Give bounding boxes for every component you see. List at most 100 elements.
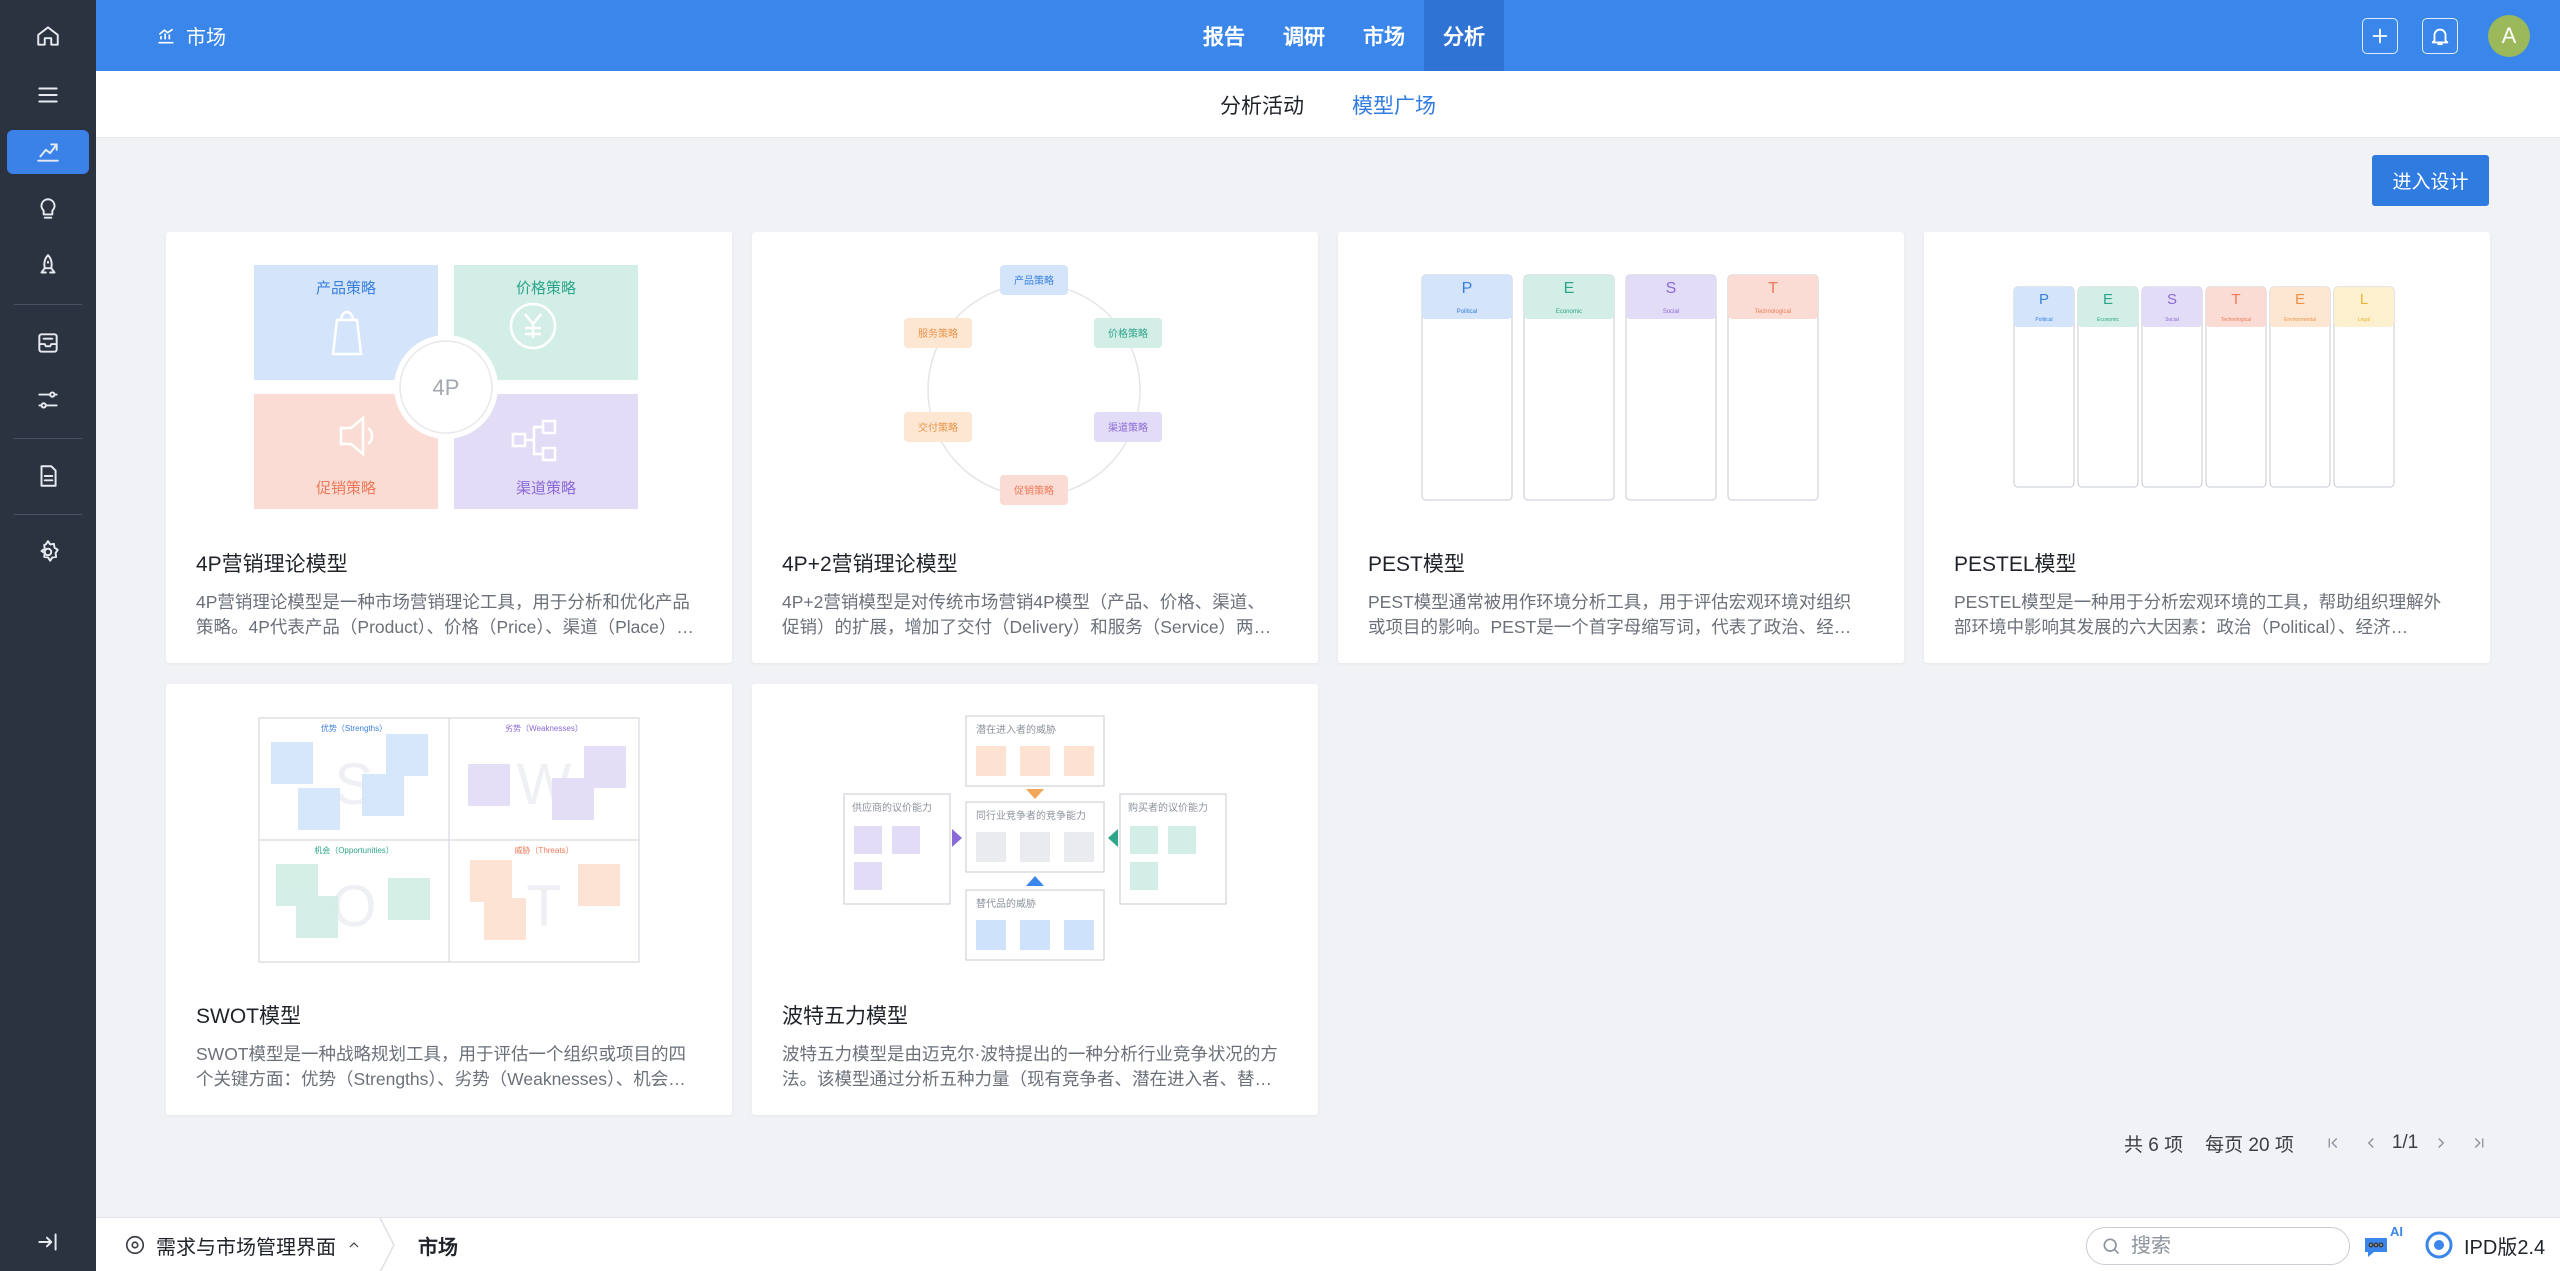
card-description: 波特五力模型是由迈克尔·波特提出的一种分析行业竞争状况的方法。该模型通过分析五种… <box>782 1044 1278 1089</box>
card-description: 4P+2营销模型是对传统市场营销4P模型（产品、价格、渠道、促销）的扩展，增加了… <box>782 592 1272 637</box>
last-page-icon <box>2475 1138 2484 1148</box>
column-letter-3: T <box>1768 280 1778 297</box>
rail-divider <box>14 438 82 439</box>
bottom-bar: 需求与市场管理界面 市场 AI IPD版2.4 <box>96 1217 2560 1271</box>
column-sub-2: Social <box>2165 317 2179 323</box>
card-description: 4P营销理论模型是一种市场营销理论工具，用于分析和优化产品策略。4P代表产品（P… <box>196 592 694 637</box>
search-input[interactable] <box>2131 1234 2331 1258</box>
enter-design-button[interactable]: 进入设计 <box>2372 155 2489 206</box>
column-letter-2: S <box>2167 291 2177 308</box>
version-label: IPD版2.4 <box>2464 1236 2546 1259</box>
workspace-switcher[interactable]: 需求与市场管理界面 <box>124 1218 362 1271</box>
tab-analysis-activity[interactable]: 分析活动 <box>1220 71 1304 138</box>
settings-sliders-icon[interactable] <box>7 378 89 422</box>
card-thumbnail-4p2: 产品策略 价格策略 渠道策略 促销策略 交付策略 服务策略 <box>904 265 1162 505</box>
model-card-4p[interactable]: 产品策略 价格策略 促销策略 渠道策略 4P 4P营销理论模型 4P营销理论模型… <box>166 232 732 663</box>
menu-icon[interactable] <box>7 73 89 117</box>
top-bar: 市场 报告 调研 市场 分析 A <box>96 0 2560 71</box>
arrow-down-icon <box>1026 789 1044 799</box>
card-description: PESTEL模型是一种用于分析宏观环境的工具，帮助组织理解外部环境中影响其发展的… <box>1954 592 2442 637</box>
first-page-button[interactable] <box>2324 1134 2342 1152</box>
chevron-left-icon <box>2367 1138 2374 1148</box>
rocket-icon[interactable] <box>7 244 89 288</box>
node-channel: 渠道策略 <box>1108 421 1148 434</box>
document-icon[interactable] <box>7 454 89 498</box>
top-nav: 报告 调研 市场 分析 <box>1184 0 1504 71</box>
swot-strengths-label: 优势（Strengths） <box>321 723 387 733</box>
version-info[interactable]: IPD版2.4 <box>2424 1218 2545 1271</box>
nav-research[interactable]: 调研 <box>1264 0 1344 71</box>
ai-assistant-button[interactable]: AI <box>2362 1218 2403 1271</box>
center-label: 4P <box>433 375 460 400</box>
card-title: 4P营销理论模型 <box>196 553 348 576</box>
card-title: 4P+2营销理论模型 <box>782 553 958 576</box>
total-count: 共 6 项 <box>2124 1134 2184 1156</box>
nav-market[interactable]: 市场 <box>1344 0 1424 71</box>
model-card-porter[interactable]: 潜在进入者的威胁 供应商的议价能力 同行业竞争者的竞争能力 购买者的议价能力 替… <box>752 684 1318 1115</box>
model-card-pestel[interactable]: P Political E Economic S Social T Technological… <box>1924 232 2490 663</box>
card-title: SWOT模型 <box>196 1005 301 1028</box>
porter-rivalry: 同行业竞争者的竞争能力 <box>976 809 1086 822</box>
bell-icon <box>2431 28 2449 45</box>
column-sub-4: Environmental <box>2284 317 2316 323</box>
next-page-button[interactable] <box>2432 1134 2450 1152</box>
cell-promotion: 促销策略 <box>316 480 376 497</box>
column-sub-3: Technological <box>2221 317 2251 323</box>
first-page-icon <box>2328 1138 2338 1148</box>
gear-icon <box>125 1235 145 1255</box>
current-page-label: 市场 <box>418 1236 458 1259</box>
avatar[interactable]: A <box>2488 14 2530 57</box>
gear-icon[interactable] <box>7 530 89 574</box>
card-thumbnail-4p: 产品策略 价格策略 促销策略 渠道策略 4P <box>254 265 638 509</box>
card-title: PESTEL模型 <box>1954 553 2077 576</box>
model-card-swot[interactable]: 优势（Strengths） 劣势（Weaknesses） 机会（Opportun… <box>166 684 732 1115</box>
model-card-pest[interactable]: P Political E Economic S Social T Technological… <box>1338 232 1904 663</box>
card-thumbnail-pestel: P Political E Economic S Social T Technological… <box>2013 286 2395 488</box>
workspace-label: 需求与市场管理界面 <box>156 1236 336 1259</box>
node-price: 价格策略 <box>1108 327 1148 340</box>
analytics-icon[interactable] <box>7 130 89 174</box>
column-letter-0: P <box>2039 291 2049 308</box>
top-actions: A <box>2362 0 2530 71</box>
chevron-right-icon <box>2438 1138 2445 1148</box>
nav-analysis[interactable]: 分析 <box>1424 0 1504 71</box>
model-card-4p2[interactable]: 产品策略 价格策略 渠道策略 促销策略 交付策略 服务策略 4P+2营销理论模型… <box>752 232 1318 663</box>
column-letter-0: P <box>1462 280 1473 297</box>
swot-letter-o: O <box>331 874 376 939</box>
chevron-up-icon <box>349 1242 359 1248</box>
pagination: 共 6 项 每页 20 项 1/1 <box>2124 1125 2488 1161</box>
column-letter-1: E <box>1564 280 1575 297</box>
cell-price: 价格策略 <box>516 280 576 297</box>
column-letter-4: E <box>2295 291 2305 308</box>
cell-product: 产品策略 <box>316 280 376 297</box>
notifications-button[interactable] <box>2422 17 2458 54</box>
cell-channel: 渠道策略 <box>516 480 576 497</box>
module-breadcrumb[interactable]: 市场 <box>156 0 226 71</box>
search-box[interactable] <box>2086 1227 2350 1265</box>
node-promotion: 促销策略 <box>1014 484 1054 497</box>
add-button[interactable] <box>2362 17 2398 54</box>
module-title: 市场 <box>186 27 226 49</box>
column-letter-3: T <box>2231 291 2240 308</box>
lightbulb-icon[interactable] <box>7 187 89 231</box>
column-sub-0: Political <box>2035 317 2052 323</box>
plus-icon <box>2372 28 2388 43</box>
page-size-select[interactable]: 每页 20 项 <box>2205 1130 2294 1157</box>
tab-model-square[interactable]: 模型广场 <box>1352 71 1436 138</box>
column-sub-3: Technological <box>1755 309 1791 315</box>
collapse-sidebar-icon[interactable] <box>7 1220 89 1264</box>
inbox-icon[interactable] <box>7 321 89 365</box>
card-title: PEST模型 <box>1368 553 1465 576</box>
card-thumbnail-swot: 优势（Strengths） 劣势（Weaknesses） 机会（Opportun… <box>258 717 640 963</box>
logo-icon <box>2425 1231 2453 1259</box>
porter-new-entrants: 潜在进入者的威胁 <box>976 723 1056 736</box>
home-icon[interactable] <box>7 14 89 58</box>
left-rail <box>0 0 96 1271</box>
last-page-button[interactable] <box>2470 1134 2488 1152</box>
porter-suppliers: 供应商的议价能力 <box>852 801 932 814</box>
nav-report[interactable]: 报告 <box>1184 0 1264 71</box>
ai-badge: AI <box>2390 1224 2403 1239</box>
node-delivery: 交付策略 <box>918 421 958 434</box>
prev-page-button[interactable] <box>2362 1134 2380 1152</box>
swot-opportunities-label: 机会（Opportunities） <box>314 845 394 855</box>
